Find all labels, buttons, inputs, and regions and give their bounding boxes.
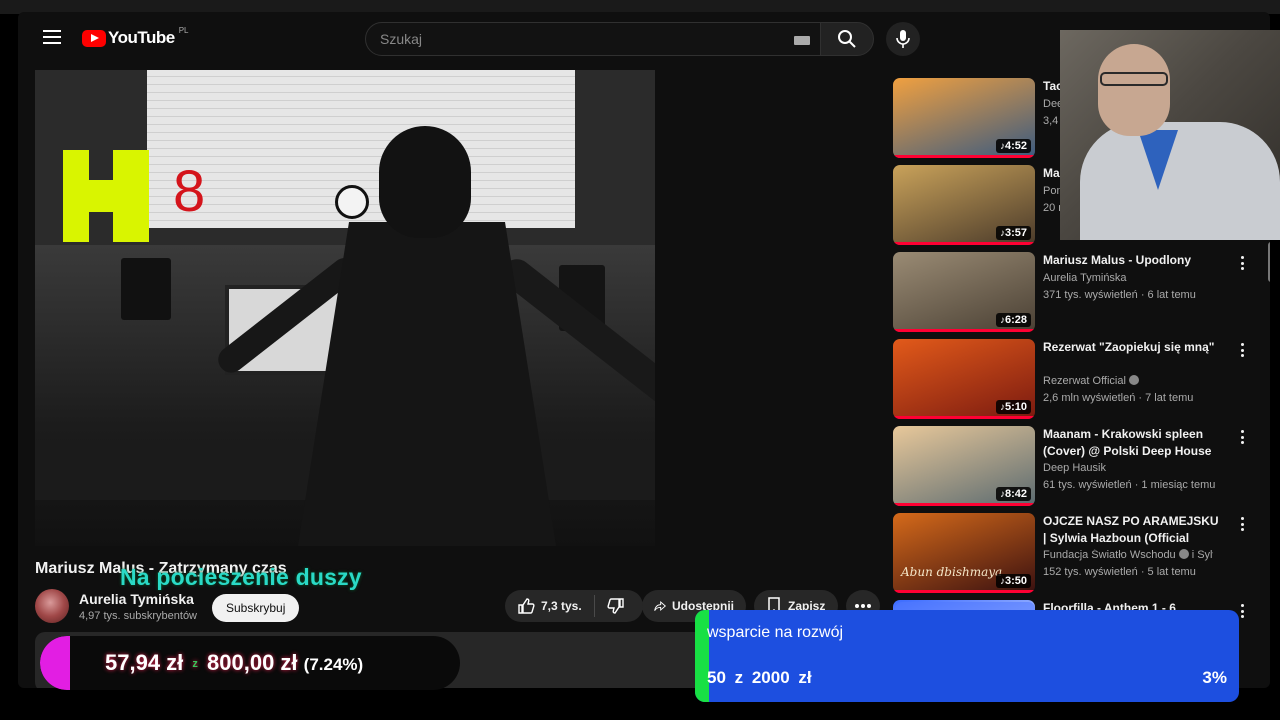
channel-subscribers: 4,97 tys. subskrybentów bbox=[79, 610, 198, 622]
channel-name[interactable]: Aurelia Tymińska bbox=[79, 591, 194, 607]
video-duration: 4:52 bbox=[995, 139, 1031, 153]
more-vertical-icon[interactable] bbox=[1235, 254, 1249, 272]
watch-progress-bar bbox=[893, 329, 1035, 332]
recommendation-meta: 371 tys. wyświetleń · 6 lat temu bbox=[1043, 289, 1196, 301]
recommendation-channel-extra: i Sylwia H... bbox=[1191, 549, 1213, 561]
webcam-person-body bbox=[1080, 122, 1280, 240]
more-horizontal-icon bbox=[855, 604, 871, 608]
k8-logo-k bbox=[63, 150, 149, 242]
recommendation-channel[interactable]: Deep Hausik bbox=[1043, 462, 1213, 474]
donation-target: 800,00 zł bbox=[207, 650, 298, 675]
video-thumbnail[interactable]: Abun dbishmaya3:50 bbox=[893, 513, 1035, 593]
watch-progress-bar bbox=[893, 155, 1035, 158]
webcam-person-glasses bbox=[1100, 72, 1168, 86]
watch-progress-bar bbox=[893, 503, 1035, 506]
recommendation-title[interactable]: Maanam - Krakowski spleen (Cover) @ Pols… bbox=[1043, 426, 1219, 460]
search-box bbox=[365, 22, 821, 56]
support-title: wsparcie na rozwój bbox=[707, 624, 844, 641]
video-thumbnail[interactable]: 4:52 bbox=[893, 78, 1035, 158]
video-duration: 5:10 bbox=[995, 400, 1031, 414]
speaker-left bbox=[121, 258, 171, 320]
subscribe-button[interactable]: Subskrybuj bbox=[212, 594, 300, 622]
stream-overlay-caption: Na pocieszenie duszy bbox=[120, 564, 362, 590]
watch-progress-bar bbox=[893, 242, 1035, 245]
video-duration: 3:57 bbox=[995, 226, 1031, 240]
video-thumbnail[interactable]: 8:42 bbox=[893, 426, 1035, 506]
recommendation-channel[interactable]: Aurelia Tymińska bbox=[1043, 272, 1213, 284]
country-code: PL bbox=[178, 25, 189, 35]
search-input[interactable] bbox=[366, 23, 766, 55]
video-duration: 8:42 bbox=[995, 487, 1031, 501]
share-icon bbox=[654, 600, 666, 612]
like-count: 7,3 tys. bbox=[541, 599, 582, 613]
recommendation-meta: 61 tys. wyświetleń · 1 miesiąc temu bbox=[1043, 479, 1216, 491]
recommendation-channel-name: Aurelia Tymińska bbox=[1043, 272, 1127, 284]
watch-progress-bar bbox=[893, 416, 1035, 419]
video-thumbnail[interactable]: 5:10 bbox=[893, 339, 1035, 419]
keyboard-icon[interactable] bbox=[794, 36, 810, 45]
verified-icon bbox=[1178, 549, 1189, 559]
more-vertical-icon[interactable] bbox=[1235, 341, 1249, 359]
donation-goal-widget: 57,94 zł z 800,00 zł (7.24%) bbox=[40, 636, 460, 690]
youtube-play-icon bbox=[82, 29, 106, 47]
recommendation-channel-name: Deep Hausik bbox=[1043, 462, 1106, 474]
recommendation-item[interactable]: 5:10 Rezerwat "Zaopiekuj się mną" Rezerwat… bbox=[893, 339, 1253, 419]
donation-current: 57,94 zł bbox=[105, 650, 184, 675]
search-button[interactable] bbox=[820, 22, 874, 56]
webcam-overlay bbox=[1060, 30, 1280, 240]
donation-separator: z bbox=[192, 658, 198, 670]
recommendation-title[interactable]: Mariusz Malus - Upodlony bbox=[1043, 252, 1219, 269]
webcam-person-face bbox=[1098, 44, 1170, 136]
microphone-icon bbox=[896, 30, 910, 48]
like-dislike-group: 7,3 tys. bbox=[505, 590, 643, 622]
donation-percent: (7.24%) bbox=[303, 655, 364, 674]
video-thumbnail[interactable]: 6:28 bbox=[893, 252, 1035, 332]
support-widget: wsparcie na rozwój 50 z 2000 zł 3% bbox=[695, 610, 1239, 702]
video-thumbnail[interactable]: 3:57 bbox=[893, 165, 1035, 245]
recommendation-title[interactable]: OJCZE NASZ PO ARAMEJSKU | Sylwia Hazboun… bbox=[1043, 513, 1219, 547]
recommendation-item[interactable]: 8:42 Maanam - Krakowski spleen (Cover) @ … bbox=[893, 426, 1253, 506]
k8-logo-8: 8 bbox=[173, 159, 206, 224]
more-vertical-icon[interactable] bbox=[1235, 428, 1249, 446]
voice-search-button[interactable] bbox=[886, 22, 920, 56]
thumbnail-caption: Abun dbishmaya bbox=[901, 565, 1003, 579]
recommendation-channel[interactable]: Fundacja Światło Wschodu i Sylwia H... bbox=[1043, 549, 1213, 561]
donation-goal-text: 57,94 zł z 800,00 zł (7.24%) bbox=[105, 650, 363, 676]
support-percent: 3% bbox=[1202, 668, 1227, 687]
thumbs-down-icon bbox=[607, 598, 624, 614]
recommendation-meta: 152 tys. wyświetleń · 5 lat temu bbox=[1043, 566, 1196, 578]
recommendation-channel-name: Fundacja Światło Wschodu bbox=[1043, 549, 1176, 561]
more-vertical-icon[interactable] bbox=[1235, 515, 1249, 533]
support-amount: 50 z 2000 zł bbox=[707, 668, 812, 687]
video-player[interactable]: 8 bbox=[35, 70, 655, 546]
video-duration: 6:28 bbox=[995, 313, 1031, 327]
recommendation-item[interactable]: Abun dbishmaya3:50OJCZE NASZ PO ARAMEJSK… bbox=[893, 513, 1253, 593]
recommendation-meta: 2,6 mln wyświetleń · 7 lat temu bbox=[1043, 392, 1194, 404]
verified-icon bbox=[1128, 375, 1139, 385]
logo-text: YouTube bbox=[108, 28, 175, 47]
search-icon bbox=[838, 30, 856, 48]
recommendation-channel-name: Rezerwat Official bbox=[1043, 375, 1126, 387]
recommendation-title[interactable]: Rezerwat "Zaopiekuj się mną" bbox=[1043, 339, 1219, 356]
dislike-button[interactable] bbox=[595, 597, 637, 615]
hamburger-menu-icon[interactable] bbox=[43, 30, 61, 44]
sidebar-scrollbar[interactable] bbox=[1268, 242, 1270, 282]
watch-progress-bar bbox=[893, 590, 1035, 593]
youtube-logo[interactable]: YouTube PL bbox=[82, 25, 189, 48]
thumbs-up-icon bbox=[518, 598, 535, 614]
recommendation-item[interactable]: 6:28 Mariusz Malus - Upodlony Aurelia Tymi… bbox=[893, 252, 1253, 332]
recommendation-channel[interactable]: Rezerwat Official bbox=[1043, 375, 1213, 387]
channel-avatar[interactable] bbox=[35, 589, 69, 623]
like-button[interactable]: 7,3 tys. bbox=[505, 597, 594, 615]
video-duration: 3:50 bbox=[995, 574, 1031, 588]
wall-clock bbox=[335, 185, 369, 219]
recommendation-meta: 3,4 bbox=[1043, 115, 1059, 127]
person-head bbox=[379, 126, 471, 238]
